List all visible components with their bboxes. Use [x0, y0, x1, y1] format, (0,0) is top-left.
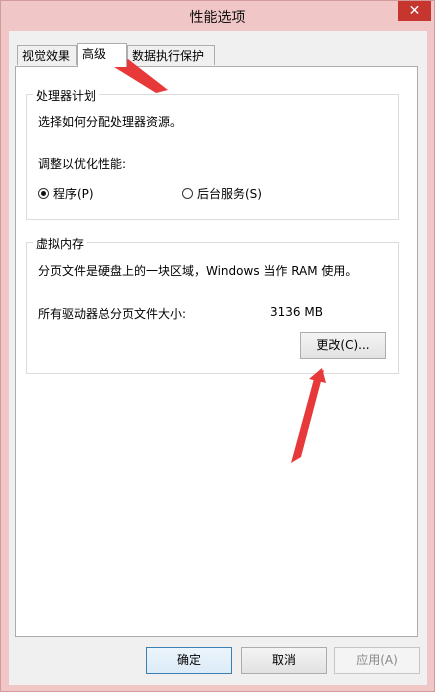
processor-scheduling-legend: 处理器计划: [33, 87, 100, 104]
total-paging-file-label: 所有驱动器总分页文件大小:: [38, 307, 187, 321]
change-virtual-memory-button[interactable]: 更改(C)...: [300, 332, 386, 359]
title-bar[interactable]: 性能选项 ✕: [1, 1, 434, 31]
radio-programs-indicator: [38, 188, 49, 199]
radio-background-services-label: 后台服务(S): [197, 187, 262, 201]
virtual-memory-legend: 虚拟内存: [33, 235, 88, 252]
dialog-client-area: 视觉效果 高级 数据执行保护 处理器计划 选择如何分配处理器资源。 调整以优化性…: [9, 31, 427, 685]
close-button[interactable]: ✕: [398, 1, 431, 21]
tab-visual-effects[interactable]: 视觉效果: [17, 45, 77, 65]
advanced-tab-panel: 处理器计划 选择如何分配处理器资源。 调整以优化性能: 程序(P) 后台服务(S…: [15, 66, 418, 637]
processor-scheduling-group: 处理器计划 选择如何分配处理器资源。 调整以优化性能: 程序(P) 后台服务(S…: [26, 87, 399, 220]
apply-button[interactable]: 应用(A): [334, 647, 420, 674]
radio-programs-label: 程序(P): [53, 187, 94, 201]
tab-strip: 视觉效果 高级 数据执行保护: [14, 43, 414, 67]
adjust-performance-label: 调整以优化性能:: [38, 157, 127, 171]
radio-programs[interactable]: 程序(P): [38, 185, 94, 202]
virtual-memory-description: 分页文件是硬盘上的一块区域，Windows 当作 RAM 使用。: [38, 264, 358, 278]
tab-data-execution-prevention[interactable]: 数据执行保护: [127, 45, 215, 65]
ok-button[interactable]: 确定: [146, 647, 232, 674]
performance-options-window: 性能选项 ✕ 视觉效果 高级 数据执行保护 处理器计划 选择如何分配处理器资源。…: [0, 0, 435, 692]
total-paging-file-value: 3136 MB: [270, 305, 323, 319]
tab-advanced[interactable]: 高级: [77, 43, 127, 67]
cancel-button[interactable]: 取消: [241, 647, 327, 674]
window-title: 性能选项: [189, 10, 246, 26]
radio-background-services[interactable]: 后台服务(S): [182, 185, 262, 202]
virtual-memory-group: 虚拟内存 分页文件是硬盘上的一块区域，Windows 当作 RAM 使用。 所有…: [26, 235, 399, 374]
radio-background-services-indicator: [182, 188, 193, 199]
close-icon: ✕: [408, 3, 421, 19]
processor-description: 选择如何分配处理器资源。: [38, 115, 183, 129]
